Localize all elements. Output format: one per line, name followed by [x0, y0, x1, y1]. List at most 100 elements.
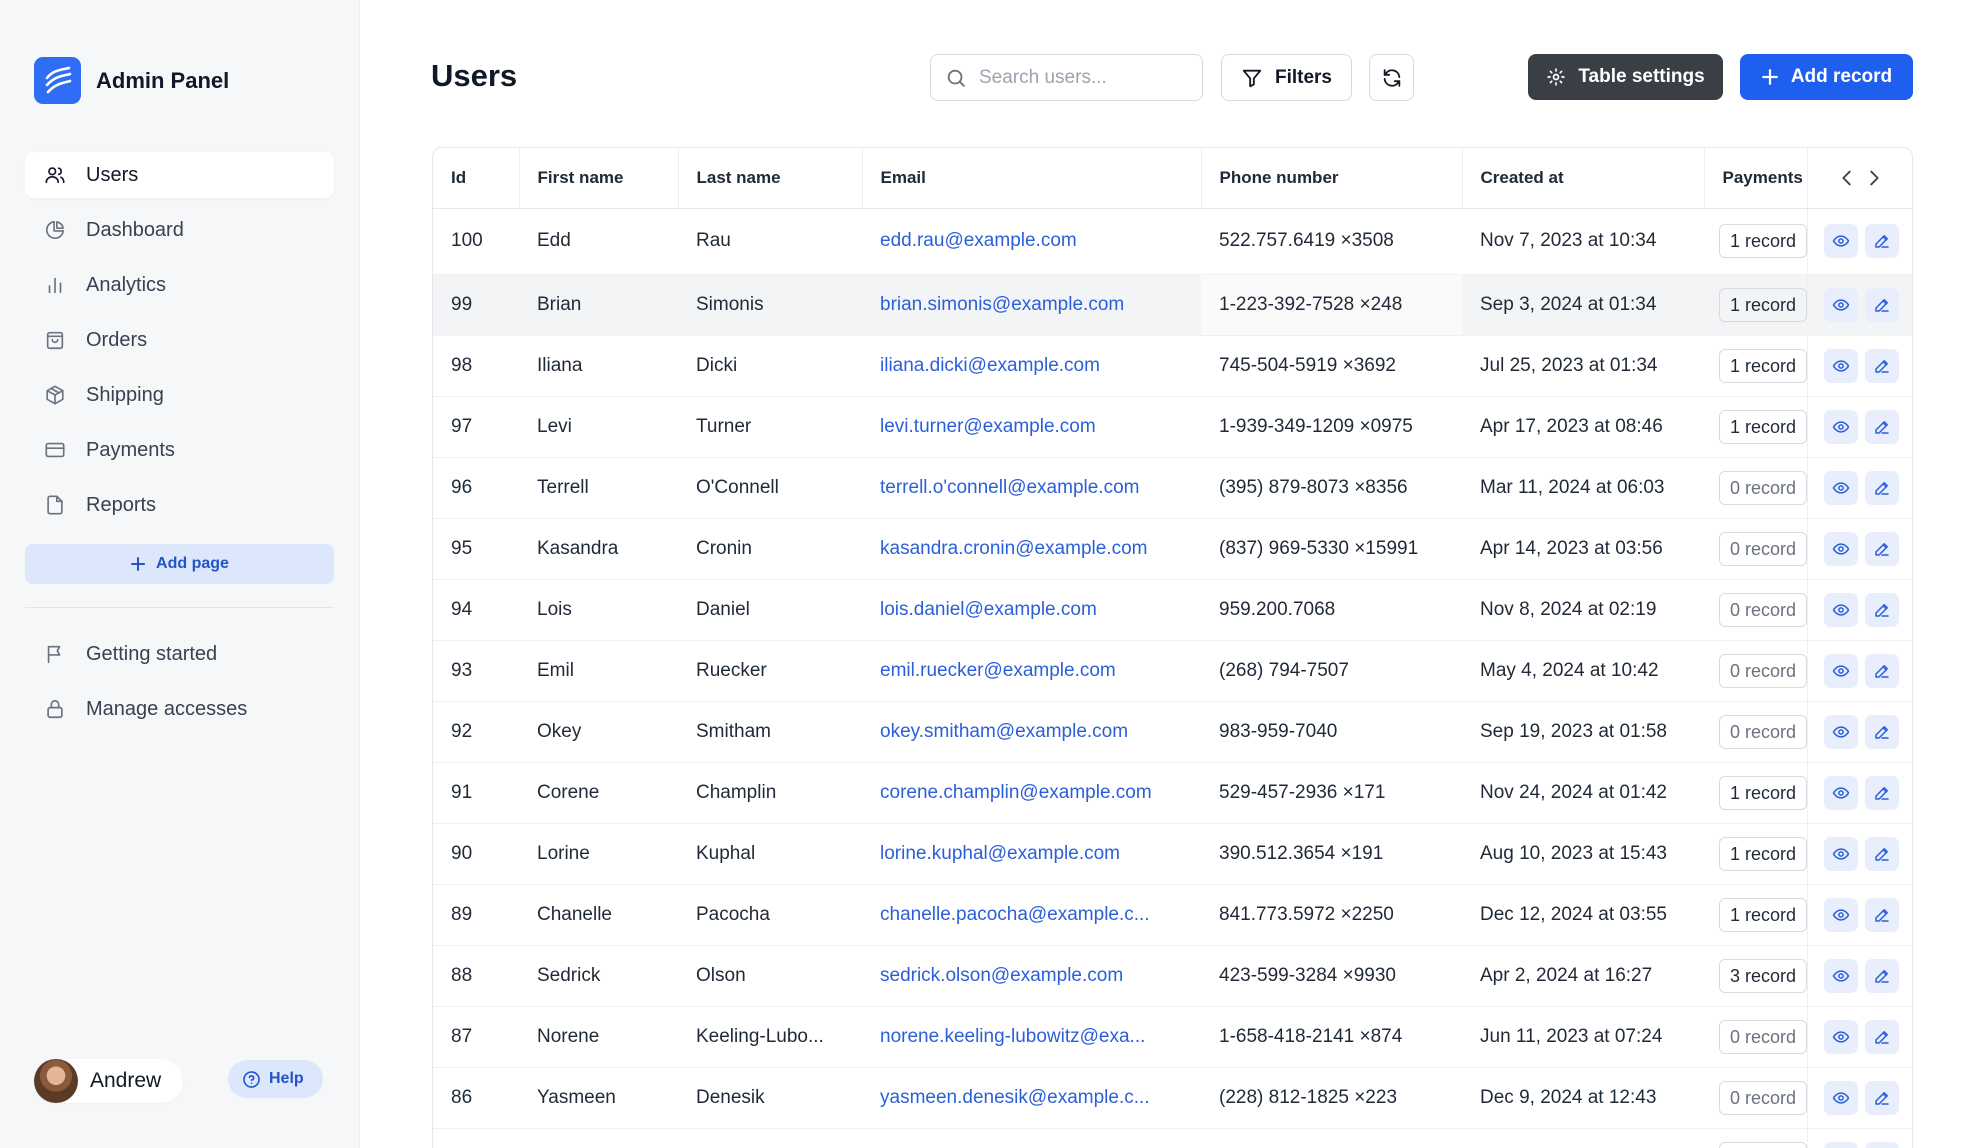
payments-badge[interactable]: 0 record: [1719, 470, 1807, 505]
view-record-button[interactable]: [1823, 348, 1858, 383]
cell-email-link[interactable]: yasmeen.denesik@example.c...: [862, 1067, 1201, 1129]
search-input[interactable]: [979, 66, 1189, 89]
payments-badge[interactable]: 1 record: [1719, 348, 1807, 383]
view-record-button[interactable]: [1823, 958, 1858, 993]
payments-badge[interactable]: 0 record: [1719, 592, 1807, 627]
cell-email-link[interactable]: kasandra.cronin@example.com: [862, 518, 1201, 580]
sidebar-item-users[interactable]: Users: [25, 152, 334, 198]
sidebar-item-reports[interactable]: Reports: [25, 482, 334, 528]
edit-record-button[interactable]: [1864, 1080, 1899, 1115]
add-page-button[interactable]: Add page: [25, 544, 334, 584]
help-button[interactable]: Help: [228, 1060, 323, 1098]
table-row[interactable]: 86 Yasmeen Denesik yasmeen.denesik@example.…: [433, 1067, 1912, 1129]
chevron-right-icon[interactable]: [1863, 167, 1885, 189]
cell-email-link[interactable]: lorine.kuphal@example.com: [862, 823, 1201, 885]
table-row[interactable]: 91 Corene Champlin corene.champlin@example.…: [433, 762, 1912, 824]
view-record-button[interactable]: [1823, 592, 1858, 627]
edit-record-button[interactable]: [1864, 775, 1899, 810]
table-row[interactable]: 92 Okey Smitham okey.smitham@example.com 983…: [433, 701, 1912, 763]
edit-record-button[interactable]: [1864, 470, 1899, 505]
table-row[interactable]: 85CecilKleincecil.klein@example.com(602)…: [433, 1128, 1912, 1148]
payments-badge[interactable]: 1 record: [1719, 775, 1807, 810]
refresh-button[interactable]: [1369, 54, 1414, 101]
payments-badge[interactable]: 0 record: [1719, 531, 1807, 566]
payments-badge[interactable]: 1 record: [1719, 897, 1807, 932]
column-header-first-name[interactable]: First name: [519, 148, 679, 209]
view-record-button[interactable]: [1823, 1141, 1858, 1148]
view-record-button[interactable]: [1823, 1019, 1858, 1054]
payments-badge[interactable]: 1 record: [1719, 224, 1807, 258]
edit-record-button[interactable]: [1864, 1141, 1899, 1148]
user-profile-button[interactable]: Andrew: [34, 1059, 184, 1103]
edit-record-button[interactable]: [1864, 836, 1899, 871]
payments-badge[interactable]: 0 record: [1719, 1019, 1807, 1054]
edit-record-button[interactable]: [1864, 224, 1899, 258]
payments-badge[interactable]: 0 record: [1719, 653, 1807, 688]
edit-record-button[interactable]: [1864, 409, 1899, 444]
sidebar-item-shipping[interactable]: Shipping: [25, 372, 334, 418]
table-row[interactable]: 89 Chanelle Pacocha chanelle.pacocha@exampl…: [433, 884, 1912, 946]
view-record-button[interactable]: [1823, 653, 1858, 688]
sidebar-item-dashboard[interactable]: Dashboard: [25, 207, 334, 253]
edit-record-button[interactable]: [1864, 592, 1899, 627]
edit-record-button[interactable]: [1864, 348, 1899, 383]
view-record-button[interactable]: [1823, 409, 1858, 444]
sidebar-item-getting-started[interactable]: Getting started: [25, 631, 334, 677]
payments-badge[interactable]: 3 record: [1719, 958, 1807, 993]
cell-email-link[interactable]: sedrick.olson@example.com: [862, 945, 1201, 1007]
sidebar-item-orders[interactable]: Orders: [25, 317, 334, 363]
view-record-button[interactable]: [1823, 1080, 1858, 1115]
cell-email-link[interactable]: lois.daniel@example.com: [862, 579, 1201, 641]
view-record-button[interactable]: [1823, 224, 1858, 258]
column-header-id[interactable]: Id: [433, 148, 520, 209]
sidebar-item-manage-accesses[interactable]: Manage accesses: [25, 686, 334, 732]
payments-badge[interactable]: 1 record: [1719, 287, 1807, 322]
sidebar-item-analytics[interactable]: Analytics: [25, 262, 334, 308]
payments-badge[interactable]: 1 record: [1719, 409, 1807, 444]
cell-email-link[interactable]: corene.champlin@example.com: [862, 762, 1201, 824]
view-record-button[interactable]: [1823, 714, 1858, 749]
payments-badge[interactable]: 1 record: [1719, 1141, 1807, 1148]
payments-badge[interactable]: 0 record: [1719, 714, 1807, 749]
cell-email-link[interactable]: edd.rau@example.com: [862, 208, 1201, 275]
table-row[interactable]: 94 Lois Daniel lois.daniel@example.com 959.2…: [433, 579, 1912, 641]
filters-button[interactable]: Filters: [1221, 54, 1352, 101]
edit-record-button[interactable]: [1864, 531, 1899, 566]
table-row[interactable]: 90 Lorine Kuphal lorine.kuphal@example.com 3…: [433, 823, 1912, 885]
view-record-button[interactable]: [1823, 531, 1858, 566]
table-row[interactable]: 95 Kasandra Cronin kasandra.cronin@example.…: [433, 518, 1912, 580]
cell-email-link[interactable]: levi.turner@example.com: [862, 396, 1201, 458]
column-header-phone-number[interactable]: Phone number: [1201, 148, 1463, 209]
table-settings-button[interactable]: Table settings: [1528, 54, 1723, 100]
table-row[interactable]: 93 Emil Ruecker emil.ruecker@example.com (26…: [433, 640, 1912, 702]
table-row[interactable]: 99 Brian Simonis brian.simonis@example.com 1…: [433, 274, 1912, 336]
edit-record-button[interactable]: [1864, 714, 1899, 749]
cell-email-link[interactable]: chanelle.pacocha@example.c...: [862, 884, 1201, 946]
cell-email-link[interactable]: emil.ruecker@example.com: [862, 640, 1201, 702]
cell-email-link[interactable]: cecil.klein@example.com: [862, 1128, 1201, 1148]
column-header-last-name[interactable]: Last name: [678, 148, 863, 209]
view-record-button[interactable]: [1823, 287, 1858, 322]
cell-email-link[interactable]: norene.keeling-lubowitz@exa...: [862, 1006, 1201, 1068]
brand[interactable]: Admin Panel: [34, 57, 229, 104]
table-row[interactable]: 88 Sedrick Olson sedrick.olson@example.com 4…: [433, 945, 1912, 1007]
column-header-created-at[interactable]: Created at: [1462, 148, 1705, 209]
table-row[interactable]: 96 Terrell O'Connell terrell.o'connell@exam…: [433, 457, 1912, 519]
payments-badge[interactable]: 0 record: [1719, 1080, 1807, 1115]
view-record-button[interactable]: [1823, 897, 1858, 932]
cell-email-link[interactable]: okey.smitham@example.com: [862, 701, 1201, 763]
edit-record-button[interactable]: [1864, 653, 1899, 688]
sidebar-item-payments[interactable]: Payments: [25, 427, 334, 473]
table-row[interactable]: 98 Iliana Dicki iliana.dicki@example.com 745…: [433, 335, 1912, 397]
table-row[interactable]: 100 Edd Rau edd.rau@example.com 522.757.6419…: [433, 208, 1912, 275]
add-record-button[interactable]: Add record: [1740, 54, 1913, 100]
edit-record-button[interactable]: [1864, 287, 1899, 322]
chevron-left-icon[interactable]: [1836, 167, 1858, 189]
edit-record-button[interactable]: [1864, 1019, 1899, 1054]
table-row[interactable]: 87 Norene Keeling-Lubo... norene.keeling-lu…: [433, 1006, 1912, 1068]
view-record-button[interactable]: [1823, 775, 1858, 810]
table-row[interactable]: 97 Levi Turner levi.turner@example.com 1-939…: [433, 396, 1912, 458]
payments-badge[interactable]: 1 record: [1719, 836, 1807, 871]
column-header-payments[interactable]: Payments: [1704, 148, 1808, 209]
view-record-button[interactable]: [1823, 836, 1858, 871]
